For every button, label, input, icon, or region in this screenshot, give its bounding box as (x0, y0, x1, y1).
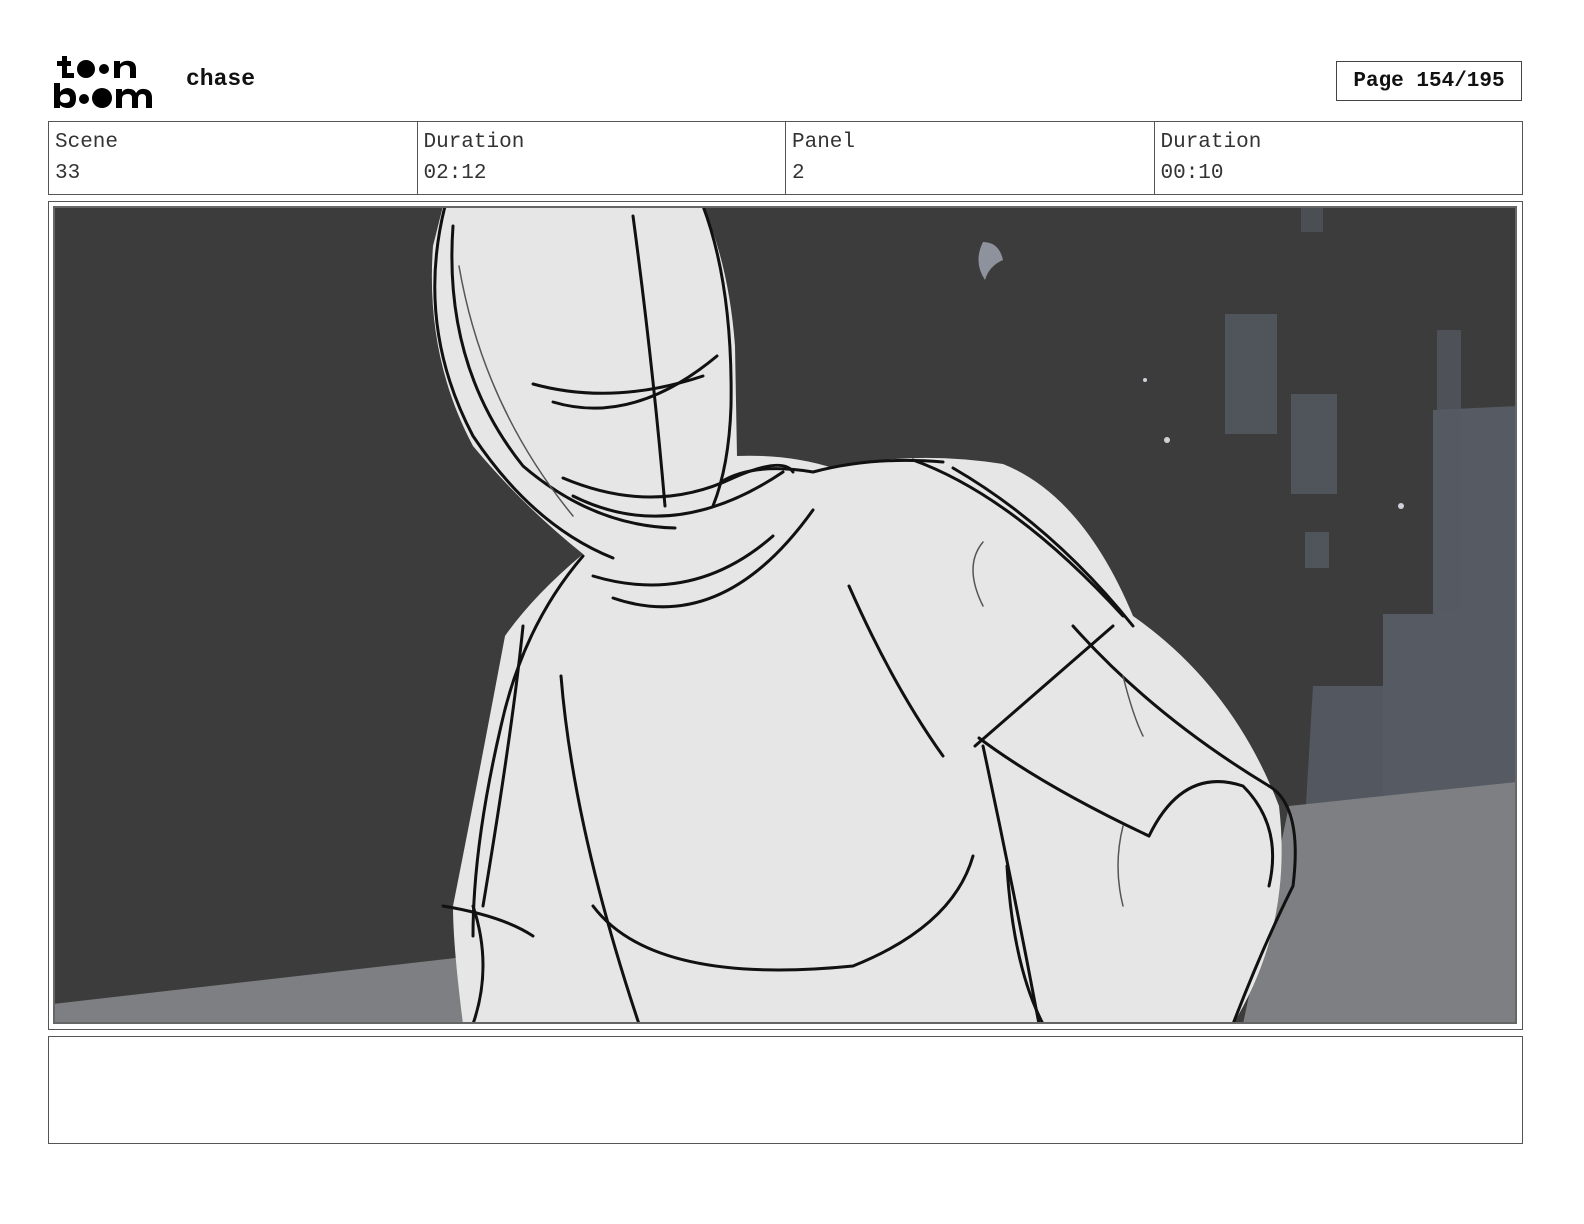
panel-duration-value: 00:10 (1160, 162, 1224, 185)
scene-duration-label: Duration (423, 131, 525, 154)
scene-label: Scene (55, 131, 119, 154)
panel-duration-label: Duration (1160, 131, 1262, 154)
scene-duration-cell: Duration 02:12 (418, 122, 786, 194)
page-number: Page 154/195 (1336, 61, 1522, 101)
panel-notes-box (48, 1036, 1523, 1144)
toon-boom-logo (54, 56, 152, 108)
scene-duration-value: 02:12 (423, 162, 487, 185)
panel-info-table: Scene 33 Duration 02:12 Panel 2 Duration… (48, 121, 1523, 195)
storyboard-panel (48, 201, 1523, 1030)
panel-drawing (53, 206, 1517, 1024)
project-title: chase (186, 66, 256, 92)
scene-value: 33 (55, 162, 81, 185)
panel-value: 2 (792, 162, 805, 185)
panel-duration-cell: Duration 00:10 (1155, 122, 1523, 194)
scene-cell: Scene 33 (49, 122, 418, 194)
panel-label: Panel (792, 131, 856, 154)
panel-cell: Panel 2 (786, 122, 1155, 194)
